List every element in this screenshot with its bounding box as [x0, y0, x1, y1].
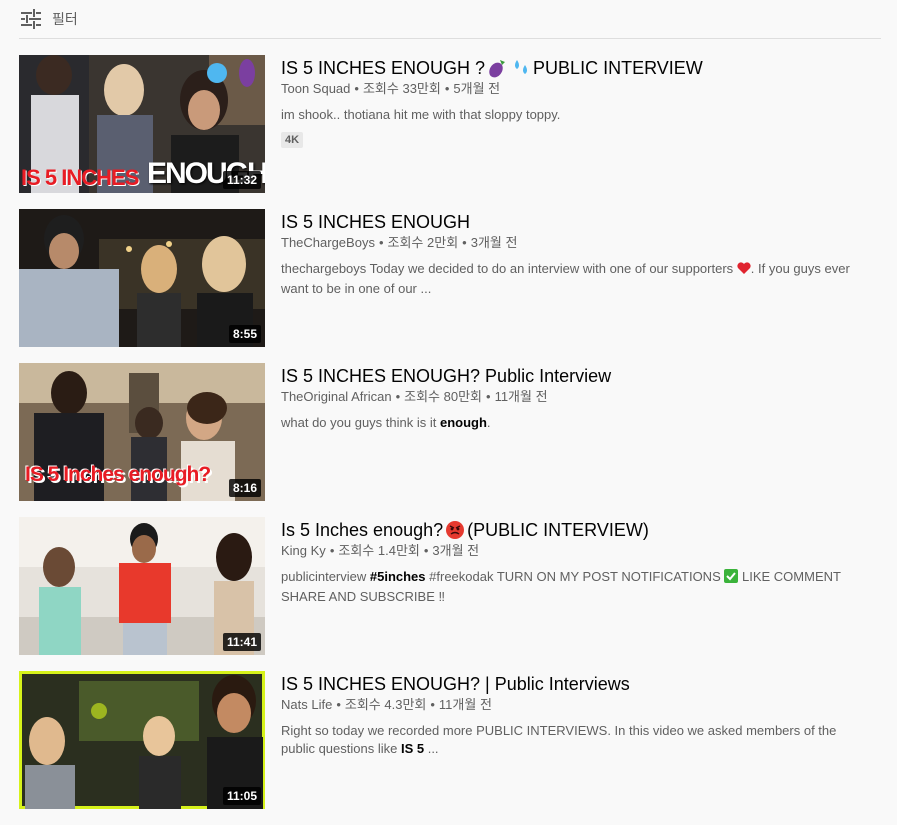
video-result: IS 5 Inches enough? 8:16 IS 5 INCHES ENO… [19, 363, 881, 501]
eggplant-icon [487, 58, 507, 78]
description-text: what do you guys think is it [281, 415, 440, 430]
heart-icon [737, 262, 751, 280]
video-meta: TheOriginal African • 조회수 80만회 • 11개월 전 [281, 388, 881, 406]
separator: • [430, 697, 435, 712]
video-description: thechargeboys Today we decided to do an … [281, 260, 871, 298]
video-thumbnail[interactable]: 11:41 [19, 517, 265, 655]
separator: • [395, 389, 401, 404]
video-description: im shook.. thotiana hit me with that slo… [281, 107, 561, 122]
video-meta: King Ky • 조회수 1.4만회 • 3개월 전 [281, 542, 881, 560]
view-count: 조회수 2만회 [387, 235, 459, 250]
filter-button[interactable]: 필터 [19, 9, 78, 29]
description-highlight: #5inches [369, 569, 426, 584]
angry-face-icon [445, 520, 465, 540]
description-text: publicinterview [281, 569, 370, 584]
description-text: ... [424, 741, 439, 756]
channel-name[interactable]: King Ky [281, 543, 326, 558]
video-title-text: IS 5 INCHES ENOUGH [281, 212, 471, 232]
video-meta: Nats Life • 조회수 4.3만회 • 11개월 전 [281, 696, 881, 714]
video-description: publicinterview #5inches #freekodak TURN… [281, 568, 871, 606]
video-duration: 8:16 [228, 479, 261, 497]
video-info: IS 5 INCHES ENOUGH? Public Interview The… [281, 363, 881, 501]
filter-bar: 필터 [19, 0, 881, 39]
video-title[interactable]: IS 5 INCHES ENOUGH ? PUBLIC INTERVIEW [281, 56, 881, 80]
video-result: IS 5 INCHES ENOUGH 11:32 IS 5 INCHES ENO… [19, 55, 881, 193]
separator: • [354, 81, 359, 96]
description-highlight: enough [439, 415, 487, 430]
separator: • [378, 235, 384, 250]
video-thumbnail[interactable]: IS 5 INCHES ENOUGH 11:32 [19, 55, 265, 193]
description-text: #freekodak TURN ON MY POST NOTIFICATIONS [425, 569, 721, 584]
video-duration: 8:55 [228, 325, 261, 343]
channel-name[interactable]: TheChargeBoys [281, 235, 375, 250]
quality-badge: 4K [281, 132, 304, 148]
separator: • [329, 543, 335, 558]
video-title[interactable]: IS 5 INCHES ENOUGH? | Public Interviews [281, 672, 881, 696]
video-title-suffix: PUBLIC INTERVIEW [533, 58, 703, 78]
video-duration: 11:05 [222, 787, 261, 805]
video-thumbnail[interactable]: 8:55 [19, 209, 265, 347]
channel-name[interactable]: Nats Life [281, 697, 332, 712]
video-title-text: IS 5 INCHES ENOUGH? Public Interview [281, 366, 612, 386]
video-info: IS 5 INCHES ENOUGH? | Public Interviews … [281, 671, 881, 809]
video-thumbnail[interactable]: 11:05 [19, 671, 265, 809]
video-description: what do you guys think is it enough. [281, 414, 871, 432]
description-text: . [486, 415, 491, 430]
video-title-suffix: (PUBLIC INTERVIEW) [467, 520, 649, 540]
video-title-text: Is 5 Inches enough? [281, 520, 444, 540]
tune-icon [21, 9, 41, 29]
video-title-text: IS 5 INCHES ENOUGH ? [281, 58, 486, 78]
check-mark-icon [724, 569, 739, 588]
description-highlight: IS 5 [400, 741, 425, 756]
video-title-text: IS 5 INCHES ENOUGH? | Public Interviews [281, 674, 630, 694]
video-result: 11:05 IS 5 INCHES ENOUGH? | Public Inter… [19, 671, 881, 809]
video-meta: Toon Squad • 조회수 33만회 • 5개월 전 [281, 80, 881, 98]
upload-age: 5개월 전 [453, 81, 501, 96]
channel-name[interactable]: TheOriginal African [281, 389, 392, 404]
video-description: Right so today we recorded more PUBLIC I… [281, 722, 871, 758]
upload-age: 11개월 전 [494, 389, 548, 404]
search-results: IS 5 INCHES ENOUGH 11:32 IS 5 INCHES ENO… [19, 55, 881, 825]
separator: • [336, 697, 341, 712]
upload-age: 3개월 전 [432, 543, 480, 558]
video-meta: TheChargeBoys • 조회수 2만회 • 3개월 전 [281, 234, 881, 252]
description-text: thechargeboys Today we decided to do an … [281, 261, 734, 276]
video-duration: 11:41 [222, 633, 261, 651]
video-duration: 11:32 [222, 171, 261, 189]
separator: • [423, 543, 429, 558]
video-result: 11:41 Is 5 Inches enough? (PUBLIC INTERV… [19, 517, 881, 655]
video-thumbnail[interactable]: IS 5 Inches enough? 8:16 [19, 363, 265, 501]
channel-name[interactable]: Toon Squad [281, 81, 350, 96]
description-text: Right so today we recorded more PUBLIC I… [281, 723, 837, 756]
sweat-droplets-icon [511, 58, 531, 78]
separator: • [462, 235, 467, 250]
thumbnail-caption: IS 5 Inches enough? [25, 463, 211, 486]
upload-age: 3개월 전 [470, 235, 518, 250]
view-count: 조회수 80만회 [404, 389, 482, 404]
thumbnail-caption-red: IS 5 INCHES [21, 165, 139, 190]
video-info: Is 5 Inches enough? (PUBLIC INTERVIEW) K… [281, 517, 881, 655]
view-count: 조회수 33만회 [362, 81, 441, 96]
upload-age: 11개월 전 [438, 697, 492, 712]
view-count: 조회수 1.4만회 [338, 543, 420, 558]
video-title[interactable]: IS 5 INCHES ENOUGH? Public Interview [281, 364, 881, 388]
video-info: IS 5 INCHES ENOUGH TheChargeBoys • 조회수 2만회… [281, 209, 881, 347]
video-title[interactable]: Is 5 Inches enough? (PUBLIC INTERVIEW) [281, 518, 881, 542]
separator: • [486, 389, 491, 404]
separator: • [444, 81, 450, 96]
video-title[interactable]: IS 5 INCHES ENOUGH [281, 210, 881, 234]
view-count: 조회수 4.3만회 [344, 697, 427, 712]
video-result: 8:55 IS 5 INCHES ENOUGH TheChargeBoys • 조회… [19, 209, 881, 347]
filter-label: 필터 [52, 11, 78, 27]
video-info: IS 5 INCHES ENOUGH ? PUBLIC INTERVIEW To… [281, 55, 881, 193]
